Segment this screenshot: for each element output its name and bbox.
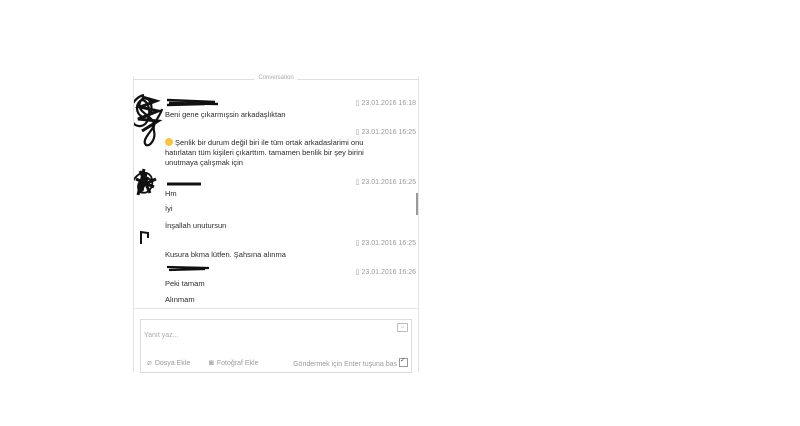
enter-to-send-option[interactable]: Göndermek için Enter tuşuna bas xyxy=(293,356,408,368)
message-timestamp: ▯ 23.01.2016 16:25 xyxy=(355,129,416,136)
enter-to-send-checkbox[interactable] xyxy=(399,356,408,367)
composer-separator xyxy=(134,308,418,309)
date-divider-label: Conversation xyxy=(254,75,298,81)
message-timestamp: ▯ 23.01.2016 16:25 xyxy=(355,179,416,186)
message-timestamp: ▯ 23.01.2016 16:25 xyxy=(355,240,416,247)
message-text-line: unutmaya çalışmak için xyxy=(165,158,243,167)
message-text: Alınmam xyxy=(165,295,195,304)
phone-icon: ▯ xyxy=(355,179,360,186)
faint-mark: · xyxy=(33,36,36,45)
smiley-icon xyxy=(165,138,173,146)
reply-input[interactable] xyxy=(144,323,395,347)
date-divider: Conversation xyxy=(134,75,418,89)
reply-composer: ☺ ⌀Dosya Ekle ◙Fotoğraf Ekle Göndermek i… xyxy=(140,319,412,373)
message-text: İnşallah unutursun xyxy=(165,221,227,230)
redacted-avatar xyxy=(138,230,152,246)
redacted-name xyxy=(165,180,205,188)
redacted-name xyxy=(165,97,220,107)
message-list[interactable]: ▯ 23.01.2016 16:18 Beni gene çıkarmışsin … xyxy=(134,89,418,307)
phone-icon: ▯ xyxy=(355,129,360,136)
message-text: Hm xyxy=(165,189,177,198)
redacted-avatar xyxy=(134,165,168,211)
message-timestamp: ▯ 23.01.2016 16:26 xyxy=(355,269,416,276)
message-text: Kusura bkma lütfen. Şahsına alınma xyxy=(165,250,286,259)
redacted-name xyxy=(165,264,211,272)
phone-icon: ▯ xyxy=(355,240,360,247)
camera-icon: ◙ xyxy=(209,358,214,367)
add-photo-button[interactable]: ◙ Fotoğraf Ekle xyxy=(209,358,258,367)
paperclip-icon: ⌀ xyxy=(147,358,152,367)
scrollbar-thumb[interactable] xyxy=(416,193,418,215)
message-timestamp: ▯ 23.01.2016 16:18 xyxy=(355,100,416,107)
redacted-avatar xyxy=(134,91,168,149)
emoji-icon[interactable]: ☺ xyxy=(397,323,408,332)
message-text: Peki tamam xyxy=(165,279,205,288)
message-text: İyi xyxy=(165,204,173,213)
phone-icon: ▯ xyxy=(355,269,360,276)
message-text: Beni gene çıkarmışsin arkadaşlıktan xyxy=(165,110,286,119)
conversation-panel: Conversation ▯ 23.01.2016 16:18 Beni gene… xyxy=(133,75,419,373)
attach-file-button[interactable]: ⌀ Dosya Ekle xyxy=(147,358,190,367)
phone-icon: ▯ xyxy=(355,100,360,107)
